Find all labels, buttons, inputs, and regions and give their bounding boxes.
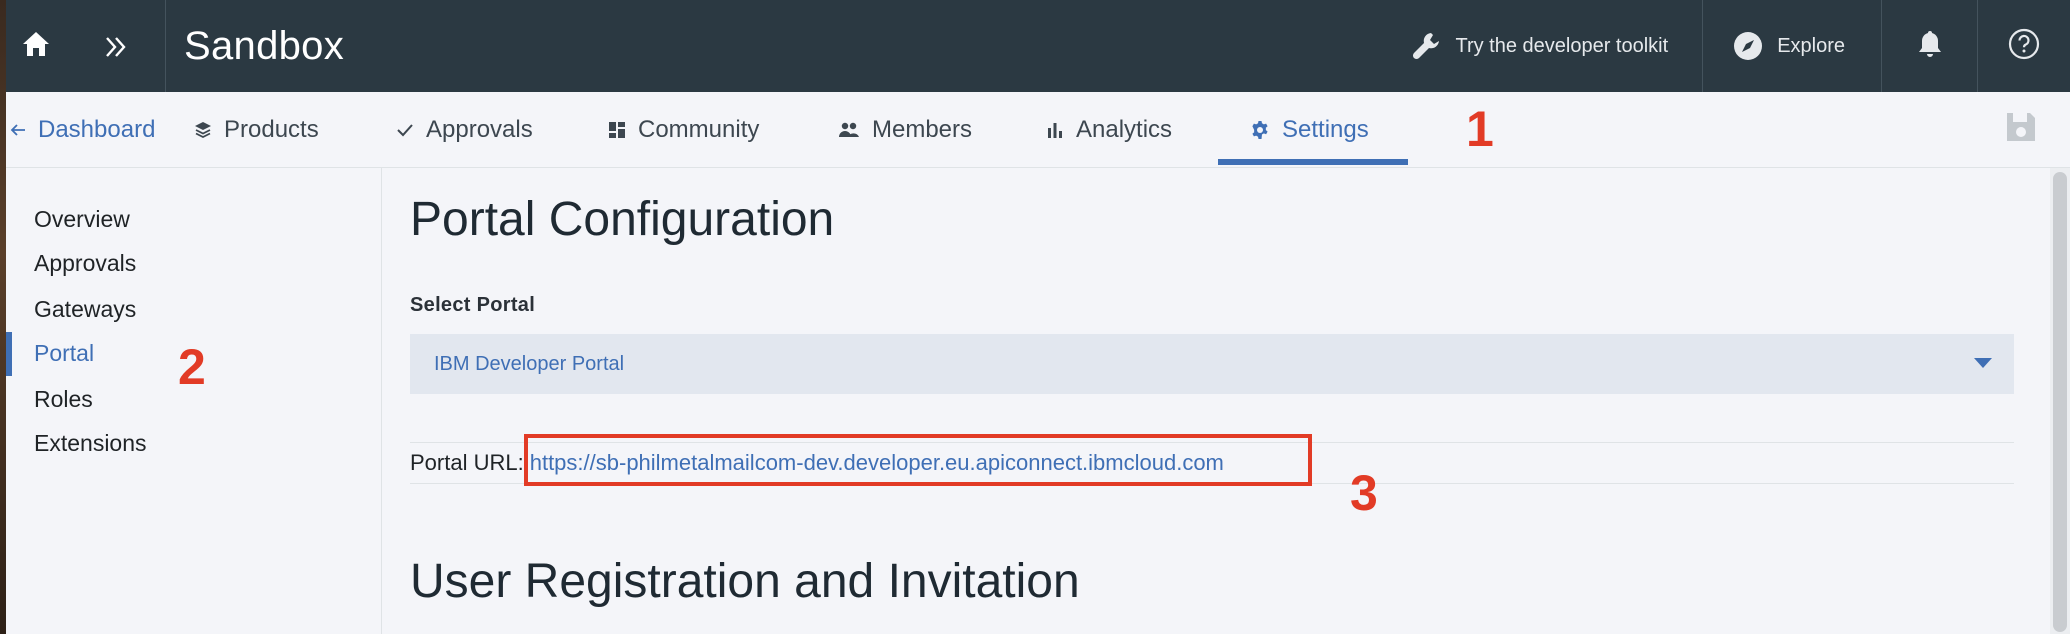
tab-analytics[interactable]: Analytics xyxy=(1046,92,1172,168)
caret-down-icon xyxy=(1974,358,1992,368)
sidenav-item-extensions[interactable]: Extensions xyxy=(34,430,147,457)
explore-button[interactable]: Explore xyxy=(1703,0,1882,92)
developer-toolkit-label: Try the developer toolkit xyxy=(1455,34,1669,57)
save-button[interactable] xyxy=(2004,110,2038,144)
bell-icon xyxy=(1917,29,1943,64)
sidenav-item-portal[interactable]: Portal xyxy=(34,340,94,367)
active-tab-indicator xyxy=(1218,159,1408,165)
sidenav-item-overview[interactable]: Overview xyxy=(34,206,130,233)
people-icon xyxy=(838,122,860,138)
tab-approvals-label: Approvals xyxy=(426,116,533,143)
sidenav-active-indicator xyxy=(6,332,12,376)
portal-select[interactable]: IBM Developer Portal xyxy=(410,334,2014,394)
portal-url-label: Portal URL: xyxy=(410,450,524,475)
expand-nav-button[interactable] xyxy=(66,0,166,92)
sidenav-item-gateways[interactable]: Gateways xyxy=(34,296,136,323)
layers-icon xyxy=(194,121,212,139)
arrow-left-icon xyxy=(10,122,26,138)
help-icon xyxy=(2008,28,2040,65)
tab-members-label: Members xyxy=(872,116,973,143)
sidenav-item-roles[interactable]: Roles xyxy=(34,386,93,413)
sidenav-item-approvals[interactable]: Approvals xyxy=(34,250,136,277)
top-bar: Sandbox Try the developer toolkit Explor… xyxy=(6,0,2070,92)
developer-toolkit-button[interactable]: Try the developer toolkit xyxy=(1377,0,1704,92)
tab-bar: Dashboard Products Approvals Community M… xyxy=(6,92,2070,168)
tab-community-label: Community xyxy=(638,116,760,143)
tab-analytics-label: Analytics xyxy=(1076,116,1173,143)
floppy-disk-icon xyxy=(2004,113,2038,148)
portal-select-value: IBM Developer Portal xyxy=(434,352,625,375)
tab-community[interactable]: Community xyxy=(608,92,759,168)
select-portal-label: Select Portal xyxy=(410,294,536,316)
app-title: Sandbox xyxy=(184,23,345,68)
gear-icon xyxy=(1250,120,1270,140)
explore-label: Explore xyxy=(1777,34,1845,57)
section-heading-user-registration: User Registration and Invitation xyxy=(410,555,1080,608)
grid-icon xyxy=(608,121,626,139)
tab-approvals[interactable]: Approvals xyxy=(396,92,533,168)
compass-icon xyxy=(1733,31,1763,61)
annotation-highlight-box xyxy=(524,434,1312,486)
double-chevron-right-icon xyxy=(104,25,128,68)
tab-settings[interactable]: Settings xyxy=(1250,92,1369,168)
tab-settings-label: Settings xyxy=(1282,116,1369,143)
help-button[interactable] xyxy=(1978,0,2070,92)
tab-members[interactable]: Members xyxy=(838,92,972,168)
tab-products[interactable]: Products xyxy=(194,92,319,168)
tab-products-label: Products xyxy=(224,116,319,143)
annotation-number-2: 2 xyxy=(178,339,206,395)
annotation-number-1: 1 xyxy=(1466,101,1494,157)
check-icon xyxy=(396,123,414,137)
scrollbar-thumb[interactable] xyxy=(2053,172,2067,632)
settings-sidenav: Overview Approvals Gateways Portal Roles… xyxy=(6,168,382,634)
wrench-icon xyxy=(1411,30,1443,62)
dashboard-back-link[interactable]: Dashboard xyxy=(10,92,155,168)
main-content: Portal Configuration Select Portal IBM D… xyxy=(383,168,2053,634)
notifications-button[interactable] xyxy=(1882,0,1978,92)
annotation-number-3: 3 xyxy=(1350,465,1378,521)
home-icon xyxy=(22,31,50,62)
dashboard-label: Dashboard xyxy=(38,116,156,143)
bar-chart-icon xyxy=(1046,121,1064,139)
page-title: Portal Configuration xyxy=(410,193,835,246)
scrollbar[interactable] xyxy=(2050,168,2070,634)
home-button[interactable] xyxy=(6,0,66,92)
